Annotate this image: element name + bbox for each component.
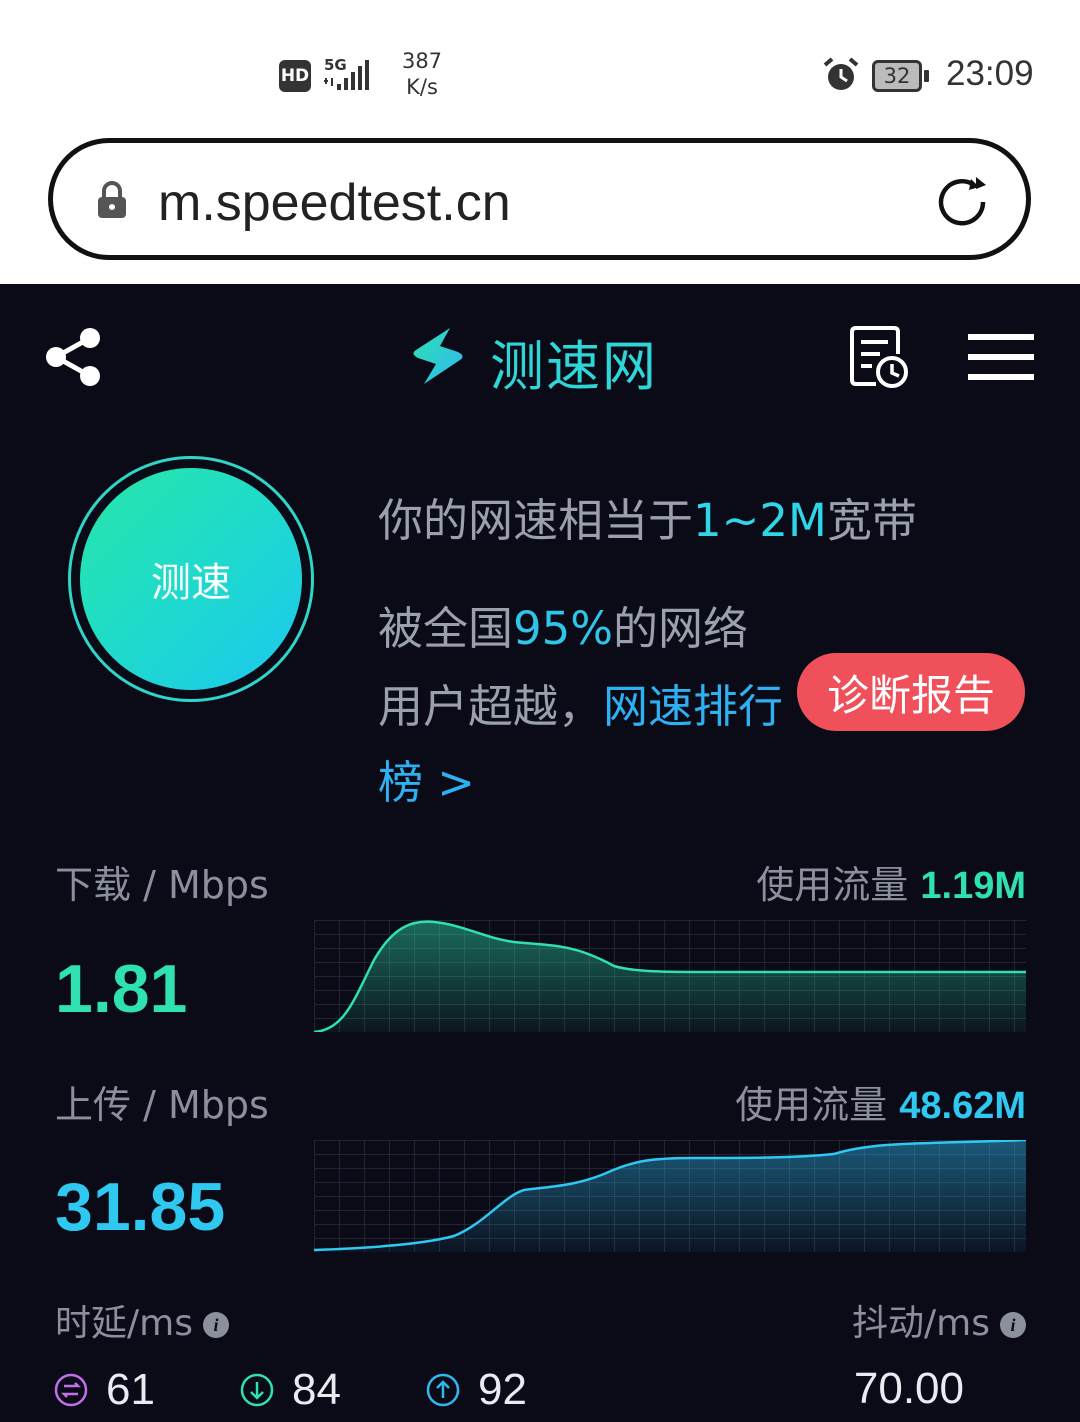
jitter-label-text: 抖动/ms xyxy=(852,1303,990,1344)
latency-label: 时延/ms i xyxy=(55,1294,229,1346)
ranking-link[interactable]: 网速排行 xyxy=(603,680,783,733)
latency-idle: 61 xyxy=(54,1365,155,1414)
latency-download-value: 84 xyxy=(292,1365,341,1414)
latency-download: 84 xyxy=(240,1365,341,1414)
upload-usage-label: 使用流量 xyxy=(735,1083,888,1127)
result-suffix: 宽带 xyxy=(826,494,917,547)
percentile-value: 95% xyxy=(513,602,614,655)
result-summary: 你的网速相当于1~2M宽带 xyxy=(378,484,917,549)
history-report-icon[interactable] xyxy=(848,324,910,388)
latency-info-icon[interactable]: i xyxy=(202,1312,229,1338)
result-percentile: 被全国95%的网络 xyxy=(378,592,748,657)
url-text[interactable]: m.speedtest.cn xyxy=(158,173,511,233)
menu-icon[interactable] xyxy=(968,332,1034,382)
result-ranking: 用户超越，网速排行 xyxy=(378,670,783,735)
jitter-label: 抖动/ms i xyxy=(852,1294,1026,1346)
share-icon[interactable] xyxy=(42,326,104,388)
brand-logo-icon xyxy=(413,328,463,384)
download-usage: 使用流量 1.19M xyxy=(756,854,1026,909)
alarm-icon xyxy=(823,57,859,90)
speedtest-app: 测速网 测速 你的网速相当于1~2M宽带 被全国95%的网络 用户超越，网速排行… xyxy=(0,284,1080,1422)
battery-level: 32 xyxy=(872,60,922,92)
arrow-down-circle-icon xyxy=(240,1373,274,1407)
arrow-up-circle-icon xyxy=(426,1373,460,1407)
brand-name: 测速网 xyxy=(490,335,658,398)
download-speed-value: 1.81 xyxy=(55,951,188,1027)
percentile-prefix: 被全国 xyxy=(378,602,514,655)
upload-label: 上传 / Mbps xyxy=(55,1083,269,1127)
download-usage-value: 1.19M xyxy=(920,865,1026,907)
start-test-button[interactable]: 测速 xyxy=(80,468,302,690)
upload-speed-value: 31.85 xyxy=(55,1169,226,1245)
battery-icon: 32 xyxy=(872,60,929,92)
signal-5g-icon: 5G xyxy=(324,56,369,90)
reload-icon[interactable] xyxy=(931,171,993,233)
upload-usage-value: 48.62M xyxy=(899,1085,1026,1127)
download-usage-label: 使用流量 xyxy=(756,863,909,907)
status-bar: HD 5G 387 K/s 32 23:09 xyxy=(0,0,1080,130)
swap-icon xyxy=(54,1373,88,1407)
upload-usage: 使用流量 48.62M xyxy=(735,1074,1026,1129)
percentile-suffix: 的网络 xyxy=(613,602,749,655)
ranking-link-cont[interactable]: 榜 > xyxy=(378,746,475,811)
jitter-info-icon[interactable]: i xyxy=(1000,1312,1026,1338)
bandwidth-equivalent: 1~2M xyxy=(693,494,827,547)
hd-icon: HD xyxy=(279,60,311,92)
download-label: 下载 / Mbps xyxy=(55,863,269,907)
jitter-value: 70.00 xyxy=(853,1364,964,1413)
download-graph xyxy=(314,920,1026,1032)
upload-graph xyxy=(314,1140,1026,1252)
network-speed-value: 387 xyxy=(401,49,443,73)
result-prefix: 你的网速相当于 xyxy=(378,494,694,547)
lock-icon xyxy=(98,181,126,218)
latency-label-text: 时延/ms xyxy=(55,1303,193,1344)
address-bar[interactable]: m.speedtest.cn xyxy=(48,138,1031,260)
latency-idle-value: 61 xyxy=(106,1365,155,1414)
diagnose-report-button[interactable]: 诊断报告 xyxy=(797,653,1025,731)
latency-upload: 92 xyxy=(426,1365,527,1414)
network-speed-unit: K/s xyxy=(406,75,438,99)
clock: 23:09 xyxy=(946,54,1034,93)
battery-tip xyxy=(924,70,929,82)
latency-upload-value: 92 xyxy=(478,1365,527,1414)
ranking-prefix: 用户超越， xyxy=(378,680,604,733)
svg-text:5G: 5G xyxy=(324,56,347,74)
network-speed: 387 K/s xyxy=(392,48,452,100)
